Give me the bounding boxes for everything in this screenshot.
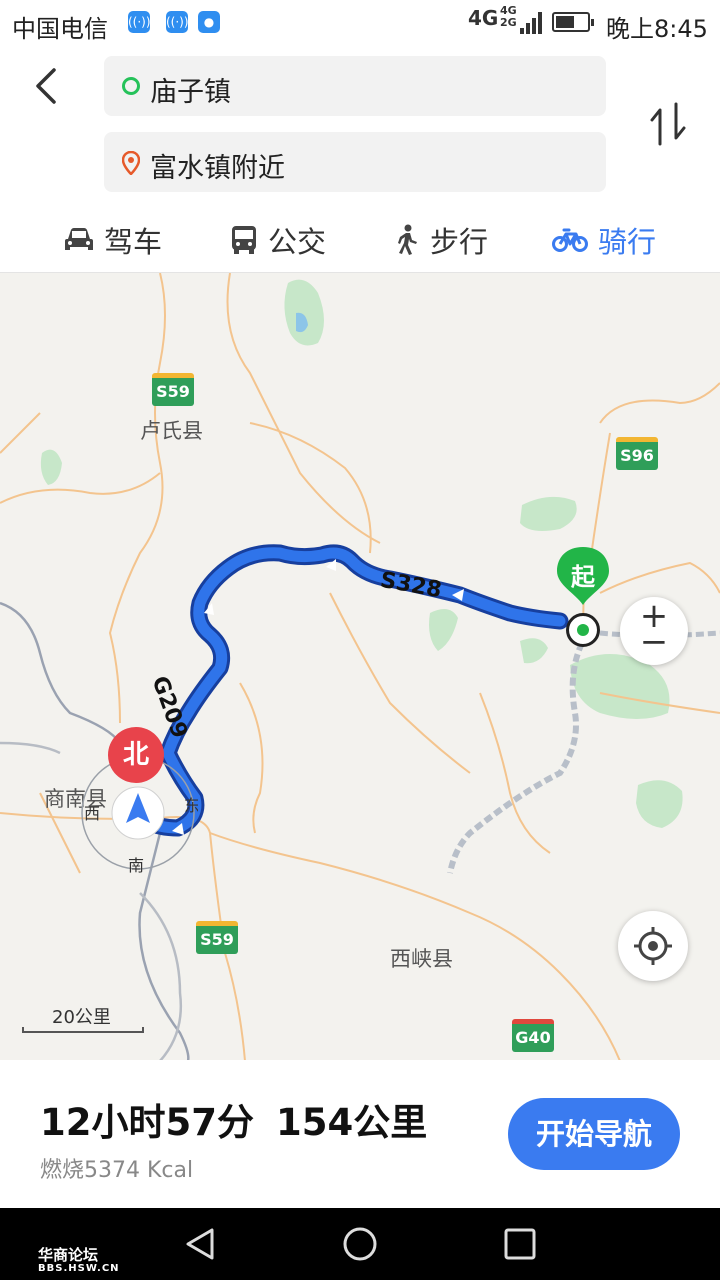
highway-shield: S59 [196, 921, 238, 954]
map-view[interactable]: S59 S96 S59 G40 卢氏县 商南县 西峡县 S328 G209 西 … [0, 272, 720, 1061]
recents-square-icon[interactable] [502, 1226, 538, 1262]
scale-label: 20公里 [52, 1007, 111, 1028]
tab-drive[interactable]: 驾车 [64, 210, 162, 270]
zoom-out-button[interactable]: − [620, 625, 688, 659]
tab-transit[interactable]: 公交 [230, 210, 326, 270]
locate-button[interactable] [618, 911, 688, 981]
wifi-hotspot-icon: ((·)) [166, 11, 189, 33]
route-summary-panel: 12小时57分 154公里 燃烧5374 Kcal 开始导航 [0, 1060, 720, 1208]
network-type: 4G [468, 6, 499, 30]
highway-shield: G40 [512, 1019, 554, 1052]
destination-pin-icon [122, 151, 140, 175]
calories-burned: 燃烧5374 Kcal [40, 1158, 194, 1183]
car-icon [65, 228, 93, 250]
battery-icon [552, 12, 594, 32]
back-arrow-icon[interactable] [26, 64, 70, 108]
carrier-name: 中国电信 [12, 15, 108, 43]
travel-mode-tabs: 驾车 公交 步行 骑行 [0, 210, 720, 272]
map-scale: 20公里 [22, 1007, 144, 1035]
origin-dot-icon [122, 77, 140, 95]
compass-south: 南 [128, 856, 144, 873]
zoom-control[interactable]: + − [620, 597, 688, 665]
network-type-secondary: 4G 2G [500, 4, 517, 29]
status-bar: 中国电信 ((·)) ((·)) ● 4G 4G 2G 晚上8:45 [0, 0, 720, 48]
scale-bar [22, 1027, 144, 1033]
tab-label: 公交 [268, 225, 327, 259]
watermark-logo: 华商论坛 BBS.HSW.CN [38, 1246, 120, 1274]
place-label: 卢氏县 [140, 419, 203, 443]
route-summary: 12小时57分 154公里 [40, 1092, 427, 1146]
clock: 晚上8:45 [606, 15, 708, 43]
place-label: 西峡县 [390, 947, 453, 971]
wifi-hotspot-icon: ((·)) [128, 11, 151, 33]
origin-field[interactable]: 庙子镇 [104, 56, 606, 116]
start-navigation-button[interactable]: 开始导航 [508, 1098, 680, 1170]
tab-label: 步行 [430, 225, 489, 259]
destination-text: 富水镇附近 [150, 153, 285, 184]
origin-point [566, 613, 600, 647]
compass-east: 东 [184, 796, 198, 815]
route-distance: 154公里 [275, 1101, 428, 1144]
back-triangle-icon[interactable] [182, 1226, 218, 1262]
start-pin-label: 起 [571, 563, 595, 591]
compass-west: 西 [84, 804, 100, 823]
bike-icon [552, 228, 588, 252]
walk-icon [398, 224, 417, 255]
map-canvas [0, 273, 720, 1061]
north-badge: 北 [108, 727, 164, 783]
highway-shield: S59 [152, 373, 194, 406]
tab-walk[interactable]: 步行 [394, 210, 488, 270]
crosshair-icon [634, 927, 672, 965]
tab-bike[interactable]: 骑行 [552, 210, 656, 270]
highway-shield: S96 [616, 437, 658, 470]
message-icon: ● [198, 11, 220, 33]
tab-label: 骑行 [598, 225, 657, 259]
tab-label: 驾车 [104, 225, 163, 259]
signal-icon [520, 12, 542, 34]
destination-field[interactable]: 富水镇附近 [104, 132, 606, 192]
swap-icon[interactable] [646, 100, 690, 148]
origin-text: 庙子镇 [150, 77, 231, 108]
route-duration: 12小时57分 [40, 1101, 254, 1144]
bus-icon [232, 226, 256, 254]
home-circle-icon[interactable] [342, 1226, 378, 1262]
